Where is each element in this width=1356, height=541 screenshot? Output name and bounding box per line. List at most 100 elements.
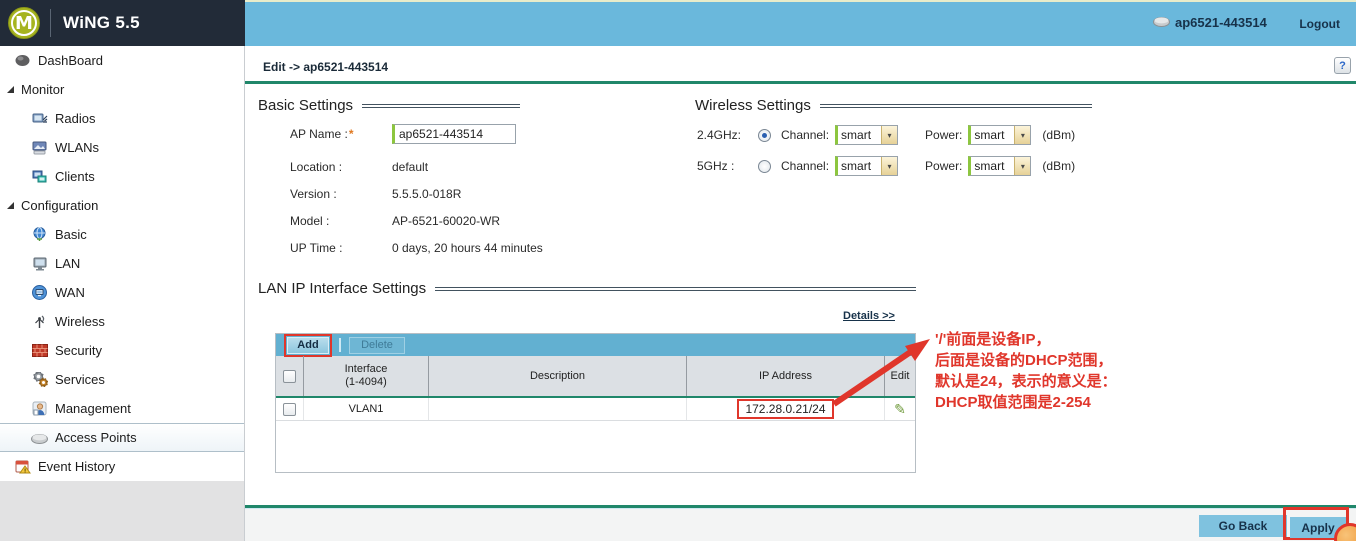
sidebar-item-configuration[interactable]: Configuration [0, 191, 244, 220]
sidebar-item-monitor[interactable]: Monitor [0, 75, 244, 104]
unit-label: (dBm) [1042, 159, 1075, 173]
help-button[interactable]: ? [1334, 57, 1351, 74]
sidebar-item-wan[interactable]: WAN [0, 278, 244, 307]
sidebar-item-label: Radios [55, 111, 95, 126]
delete-button[interactable]: Delete [349, 337, 405, 354]
section-title: Basic Settings [258, 97, 353, 114]
details-link[interactable]: Details >> [843, 310, 895, 322]
sidebar-item-management[interactable]: Management [0, 394, 244, 423]
row-checkbox[interactable] [283, 403, 296, 416]
field-value: default [392, 160, 428, 174]
annotation-line: DHCP取值范围是2-254 [935, 392, 1117, 413]
sidebar-item-label: LAN [55, 256, 80, 271]
sidebar-item-label: Wireless [55, 314, 105, 329]
add-button[interactable]: Add [287, 337, 329, 354]
column-ip-address: IP Address [687, 356, 885, 396]
annotation-line: '/'前面是设备IP， [935, 329, 1117, 350]
ap-name-input[interactable] [392, 124, 516, 144]
footer-bar: Go Back Apply [245, 508, 1356, 541]
toolbar-separator [339, 338, 341, 352]
sidebar-item-dashboard[interactable]: DashBoard [0, 46, 244, 75]
field-label: Version : [290, 187, 392, 201]
sidebar: DashBoard Monitor Radios WLANs Clients [0, 46, 245, 481]
wlans-icon [31, 140, 48, 156]
field-value: 0 days, 20 hours 44 minutes [392, 241, 543, 255]
lan-ip-table: Add Delete Interface(1-4094) Description… [275, 333, 916, 473]
section-title: Wireless Settings [695, 97, 811, 114]
band-label: 2.4GHz: [697, 128, 758, 142]
power-label: Power: [925, 159, 962, 173]
management-person-icon [31, 401, 48, 417]
select-all-checkbox[interactable] [283, 370, 296, 383]
version-row: Version : 5.5.5.0-018R [290, 184, 461, 204]
dashboard-globe-icon [14, 53, 31, 69]
top-bar: ap6521-443514 Logout [245, 0, 1356, 46]
breadcrumb: Edit -> ap6521-443514 [263, 60, 388, 74]
wireless-5ghz-row: 5GHz : Channel: smart▾ Power: smart▾ (dB… [697, 155, 1075, 177]
sidebar-item-label: WLANs [55, 140, 99, 155]
description-cell [429, 398, 687, 420]
motorola-logo-icon: M [8, 7, 40, 39]
chevron-down-icon[interactable]: ▾ [1014, 157, 1030, 175]
event-history-calendar-icon [14, 459, 31, 475]
sidebar-item-services[interactable]: Services [0, 365, 244, 394]
edit-pencil-icon[interactable]: ✎ [894, 401, 906, 418]
uptime-row: UP Time : 0 days, 20 hours 44 minutes [290, 238, 543, 258]
sidebar-item-lan[interactable]: LAN [0, 249, 244, 278]
ap-name-row: AP Name :* [290, 124, 516, 144]
sidebar-item-event-history[interactable]: Event History [0, 452, 244, 481]
channel-select-5ghz[interactable]: smart▾ [835, 156, 898, 176]
ip-address-value: 172.28.0.21/24 [739, 401, 831, 417]
sidebar-empty-area [0, 481, 245, 541]
sidebar-item-label: WAN [55, 285, 85, 300]
power-select-5ghz[interactable]: smart▾ [968, 156, 1031, 176]
wireless-settings-section-header: Wireless Settings [695, 97, 1092, 114]
unit-label: (dBm) [1042, 128, 1075, 142]
sidebar-item-security[interactable]: Security [0, 336, 244, 365]
band-radio-24ghz[interactable] [758, 129, 771, 142]
field-label: Model : [290, 214, 392, 228]
chevron-down-icon[interactable]: ▾ [1014, 126, 1030, 144]
access-point-icon [31, 430, 48, 446]
sidebar-item-label: DashBoard [38, 53, 103, 68]
sidebar-item-clients[interactable]: Clients [0, 162, 244, 191]
chevron-down-icon[interactable]: ▾ [881, 157, 897, 175]
required-mark: * [349, 127, 354, 141]
tree-expand-icon[interactable] [7, 202, 14, 209]
device-name-label: ap6521-443514 [1175, 15, 1267, 30]
sidebar-item-label: Management [55, 401, 131, 416]
annotation-line: 默认是24，表示的意义是： [935, 371, 1117, 392]
sidebar-item-radios[interactable]: Radios [0, 104, 244, 133]
band-radio-5ghz[interactable] [758, 160, 771, 173]
sidebar-item-basic[interactable]: Basic [0, 220, 244, 249]
sidebar-item-access-points[interactable]: Access Points [0, 423, 244, 452]
section-rule [362, 104, 520, 108]
lan-section-header: LAN IP Interface Settings [258, 280, 916, 297]
sidebar-item-wireless[interactable]: Wireless [0, 307, 244, 336]
logout-button[interactable]: Logout [1299, 17, 1340, 31]
wireless-24ghz-row: 2.4GHz: Channel: smart▾ Power: smart▾ (d… [697, 124, 1075, 146]
services-gears-icon [31, 372, 48, 388]
sidebar-item-label: Monitor [21, 82, 64, 97]
brand-separator [50, 9, 51, 37]
table-row[interactable]: VLAN1 172.28.0.21/24 ✎ [276, 398, 915, 421]
annotation-line: 后面是设备的DHCP范围， [935, 350, 1117, 371]
section-rule [435, 287, 916, 291]
sidebar-item-wlans[interactable]: WLANs [0, 133, 244, 162]
column-description: Description [429, 356, 687, 396]
field-value: AP-6521-60020-WR [392, 214, 500, 228]
select-all-column [276, 356, 304, 396]
location-row: Location : default [290, 157, 428, 177]
brand-header: M WiNG 5.5 [0, 0, 245, 46]
column-interface: Interface(1-4094) [304, 356, 429, 396]
field-label: UP Time : [290, 241, 392, 255]
tree-expand-icon[interactable] [7, 86, 14, 93]
go-back-button[interactable]: Go Back [1199, 515, 1287, 537]
basic-settings-section-header: Basic Settings [258, 97, 520, 114]
channel-select-24ghz[interactable]: smart▾ [835, 125, 898, 145]
sidebar-item-label: Security [55, 343, 102, 358]
power-select-24ghz[interactable]: smart▾ [968, 125, 1031, 145]
interface-cell: VLAN1 [304, 398, 429, 420]
chevron-down-icon[interactable]: ▾ [881, 126, 897, 144]
sidebar-item-label: Event History [38, 459, 115, 474]
